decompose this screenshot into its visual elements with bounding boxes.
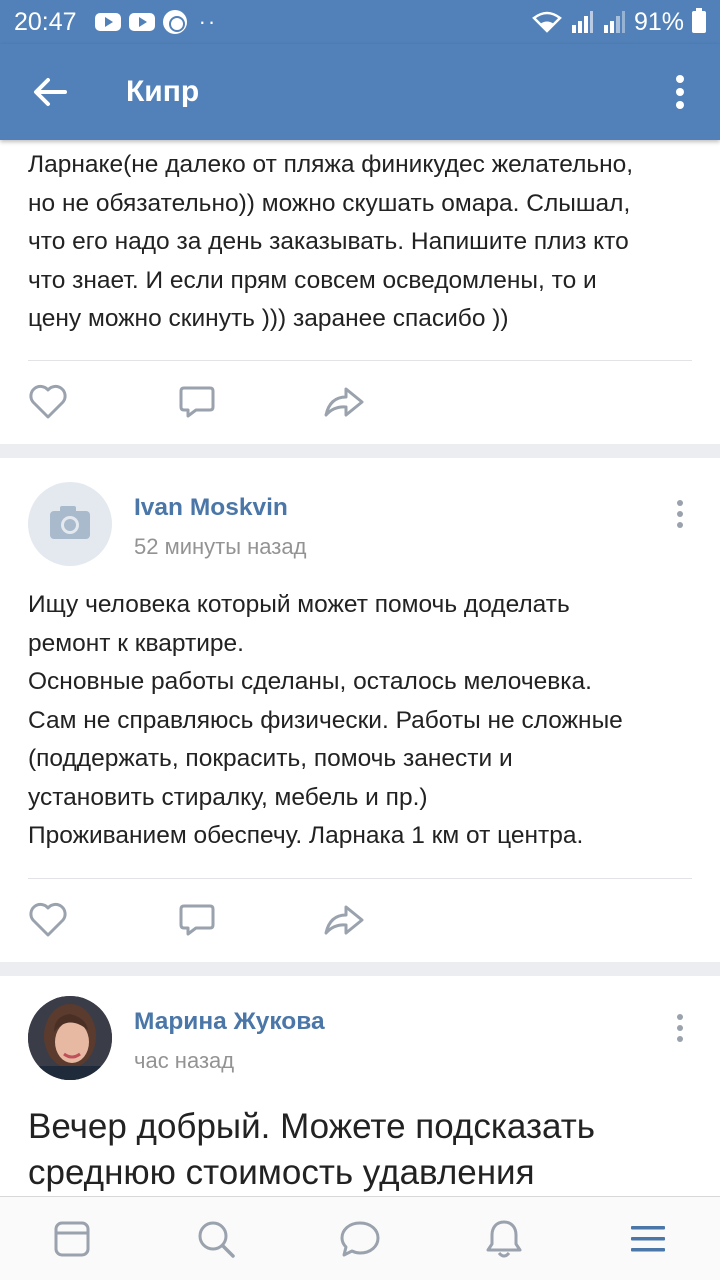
app-notification-icon bbox=[162, 10, 187, 34]
author-name[interactable]: Марина Жукова bbox=[134, 1008, 325, 1036]
more-notifications-indicator: ·· bbox=[198, 9, 218, 34]
battery-percentage: 91% bbox=[633, 7, 684, 36]
search-icon[interactable] bbox=[144, 1197, 288, 1280]
post-actions bbox=[0, 362, 720, 442]
notification-icons: ·· bbox=[94, 9, 218, 35]
post-card: Ларнаке(не далеко от пляжа финикудес жел… bbox=[0, 140, 720, 444]
signal-icon bbox=[571, 11, 593, 33]
share-icon[interactable] bbox=[320, 880, 368, 960]
post-card: Ivan Moskvin 52 минуты назад Ищу человек… bbox=[0, 458, 720, 962]
battery-icon bbox=[692, 8, 706, 33]
camera-icon bbox=[50, 506, 90, 539]
menu-icon[interactable] bbox=[576, 1197, 720, 1280]
more-vertical-icon[interactable] bbox=[668, 496, 692, 532]
system-icons: 91% bbox=[532, 8, 706, 37]
signal-icon-2 bbox=[603, 11, 625, 33]
heart-icon[interactable] bbox=[24, 362, 72, 442]
youtube-icon bbox=[128, 13, 155, 31]
more-vertical-icon[interactable] bbox=[668, 1010, 692, 1046]
screen: 20:47 ·· 91% Кипр Ларнаке(не далеко от п… bbox=[0, 0, 720, 1280]
post-header: Ivan Moskvin 52 минуты назад bbox=[0, 482, 720, 582]
bottom-navigation bbox=[0, 1196, 720, 1280]
comment-icon[interactable] bbox=[173, 362, 221, 442]
back-arrow-icon[interactable] bbox=[14, 56, 86, 128]
avatar[interactable] bbox=[28, 996, 112, 1080]
post-text: Вечер добрый. Можете подсказать среднюю … bbox=[28, 1107, 595, 1192]
author-name[interactable]: Ivan Moskvin bbox=[134, 494, 288, 522]
post-actions bbox=[0, 880, 720, 960]
post-text: Ларнаке(не далеко от пляжа финикудес жел… bbox=[28, 151, 634, 332]
post-text: Ищу человека который может помочь додела… bbox=[28, 591, 623, 849]
news-icon[interactable] bbox=[0, 1197, 144, 1280]
post-time: час назад bbox=[134, 1048, 235, 1073]
more-vertical-icon[interactable] bbox=[662, 62, 698, 122]
post-time: 52 минуты назад bbox=[134, 534, 307, 559]
post-header: Марина Жукова час назад bbox=[0, 996, 720, 1096]
page-title: Кипр bbox=[126, 75, 200, 108]
feed[interactable]: Ларнаке(не далеко от пляжа финикудес жел… bbox=[0, 140, 720, 1196]
avatar-photo bbox=[28, 996, 112, 1080]
messages-icon[interactable] bbox=[288, 1197, 432, 1280]
avatar[interactable] bbox=[28, 482, 112, 566]
heart-icon[interactable] bbox=[24, 880, 72, 960]
status-bar: 20:47 ·· 91% bbox=[0, 0, 720, 44]
share-icon[interactable] bbox=[320, 362, 368, 442]
notifications-icon[interactable] bbox=[432, 1197, 576, 1280]
divider bbox=[28, 360, 692, 361]
youtube-icon bbox=[94, 13, 121, 31]
comment-icon[interactable] bbox=[173, 880, 221, 960]
divider bbox=[28, 878, 692, 879]
post-card: Марина Жукова час назад Вечер добрый. Мо… bbox=[0, 976, 720, 1196]
status-time: 20:47 bbox=[14, 7, 77, 36]
wifi-icon bbox=[532, 11, 562, 33]
toolbar: Кипр bbox=[0, 44, 720, 140]
